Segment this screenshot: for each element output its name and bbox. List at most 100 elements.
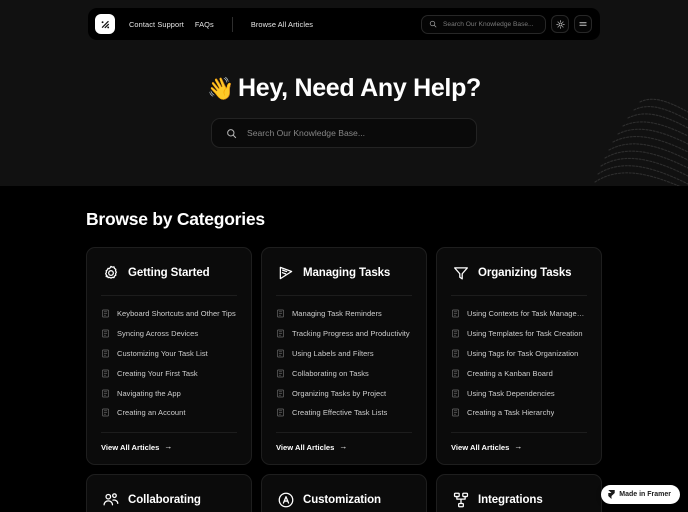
waving-hand-icon: 👋 [206,76,235,101]
navbar-search-input[interactable]: Search Our Knowledge Base... [421,14,546,34]
hero-title: 👋 Hey, Need Any Help? [0,74,688,103]
list-item[interactable]: Creating a Kanban Board [451,363,587,383]
article-list: Managing Task Reminders Tracking Progres… [276,304,412,423]
list-item-label: Navigating the App [117,388,181,398]
framer-logo-icon [608,490,615,499]
nav-link-browse-all-articles[interactable]: Browse All Articles [251,20,313,29]
made-in-framer-label: Made in Framer [619,491,671,498]
decorative-wave-pattern [594,98,688,186]
card-header: Customization [276,489,412,511]
category-card-managing-tasks[interactable]: Managing Tasks Managing Task Reminders T… [261,247,427,465]
list-item-label: Using Labels and Filters [292,348,374,358]
list-item-label: Organizing Tasks by Project [292,388,387,398]
list-item[interactable]: Managing Task Reminders [276,304,412,324]
nav-link-contact-support[interactable]: Contact Support [129,20,184,29]
document-icon [452,408,459,417]
list-item[interactable]: Using Templates for Task Creation [451,324,587,344]
card-title: Integrations [478,493,543,506]
hamburger-menu-button[interactable] [574,15,592,33]
document-icon [452,349,459,358]
search-icon [227,128,237,138]
document-icon [277,408,284,417]
document-icon [452,329,459,338]
list-item[interactable]: Navigating the App [101,383,237,403]
arrow-right-icon: → [339,442,348,452]
document-icon [102,369,109,378]
list-item-label: Keyboard Shortcuts and Other Tips [117,309,236,319]
list-item[interactable]: Using Task Dependencies [451,383,587,403]
list-item-label: Creating a Kanban Board [467,368,553,378]
list-item[interactable]: Using Tags for Task Organization [451,344,587,364]
list-item[interactable]: Organizing Tasks by Project [276,383,412,403]
categories-section: Browse by Categories Getting Started Key… [0,186,688,512]
hero-section: Contact Support FAQs Browse All Articles… [0,0,688,186]
document-icon [102,349,109,358]
list-item[interactable]: Using Contexts for Task Management [451,304,587,324]
list-item[interactable]: Creating Effective Task Lists [276,403,412,423]
card-footer-divider [101,431,237,433]
view-all-articles-link[interactable]: View All Articles → [276,443,412,452]
list-item-label: Creating a Task Hierarchy [467,408,555,418]
gear-icon [101,264,120,283]
list-item[interactable]: Customizing Your Task List [101,344,237,364]
document-icon [277,369,284,378]
list-item[interactable]: Creating an Account [101,403,237,423]
card-footer-divider [276,431,412,433]
card-title: Organizing Tasks [478,267,572,279]
card-divider [451,295,587,296]
list-item[interactable]: Keyboard Shortcuts and Other Tips [101,304,237,324]
document-icon [277,349,284,358]
card-title: Getting Started [128,267,210,279]
document-icon [102,329,109,338]
nav-divider [231,16,233,32]
people-icon [101,490,120,509]
arrow-right-icon: → [514,442,523,452]
nav-right-controls: Search Our Knowledge Base... [421,14,592,34]
hamburger-menu-icon [579,22,587,26]
search-icon [429,20,437,28]
card-header: Organizing Tasks [451,262,587,284]
document-icon [277,389,284,397]
view-all-articles-link[interactable]: View All Articles → [451,443,587,452]
list-item[interactable]: Using Labels and Filters [276,344,412,364]
hero-search-input[interactable]: Search Our Knowledge Base... [211,118,477,148]
category-card-collaborating[interactable]: Collaborating [86,473,252,512]
card-divider [101,295,237,296]
document-icon [277,329,284,338]
theme-toggle-button[interactable] [551,15,569,33]
card-title: Managing Tasks [303,267,391,279]
card-header: Collaborating [101,489,237,511]
list-item-label: Managing Task Reminders [292,309,382,319]
category-card-organizing-tasks[interactable]: Organizing Tasks Using Contexts for Task… [436,247,602,465]
list-item[interactable]: Creating a Task Hierarchy [451,403,587,423]
view-all-label: View All Articles [101,442,160,452]
list-item-label: Using Task Dependencies [467,388,555,398]
made-in-framer-badge[interactable]: Made in Framer [601,485,680,504]
sun-icon [555,19,565,29]
site-logo[interactable] [95,14,115,34]
list-item[interactable]: Tracking Progress and Productivity [276,324,412,344]
category-card-integrations[interactable]: Integrations [436,473,602,512]
list-item[interactable]: Collaborating on Tasks [276,363,412,383]
circle-a-icon [276,490,295,509]
list-item-label: Creating Effective Task Lists [292,408,388,418]
list-item[interactable]: Syncing Across Devices [101,324,237,344]
card-divider [276,295,412,296]
list-item-label: Creating an Account [117,408,186,418]
top-navigation-bar: Contact Support FAQs Browse All Articles… [88,8,600,40]
article-list: Keyboard Shortcuts and Other Tips Syncin… [101,304,237,423]
category-card-customization[interactable]: Customization [261,473,427,512]
pennant-icon [276,264,295,283]
view-all-articles-link[interactable]: View All Articles → [101,443,237,452]
nav-link-faqs[interactable]: FAQs [195,20,214,29]
document-icon [102,310,109,318]
list-item-label: Using Templates for Task Creation [467,329,583,339]
list-item-label: Collaborating on Tasks [292,368,369,378]
document-icon [102,389,109,397]
list-item-label: Customizing Your Task List [117,348,208,358]
document-icon [102,408,109,417]
card-header: Integrations [451,489,587,511]
list-item[interactable]: Creating Your First Task [101,363,237,383]
card-header: Managing Tasks [276,262,412,284]
category-card-getting-started[interactable]: Getting Started Keyboard Shortcuts and O… [86,247,252,465]
